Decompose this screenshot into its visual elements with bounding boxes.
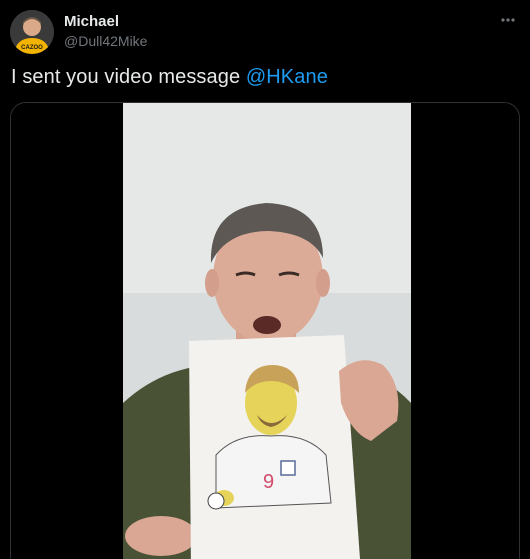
- author-handle[interactable]: @Dull42Mike: [64, 33, 147, 49]
- mention-link[interactable]: @HKane: [246, 66, 328, 88]
- avatar-badge: CAZOO: [21, 45, 43, 51]
- tweet-header: CAZOO Michael @Dull42Mike: [0, 0, 530, 60]
- shirt-number-drawing: 9: [263, 471, 274, 493]
- more-options-button[interactable]: [498, 10, 518, 30]
- media-container: 9: [10, 102, 520, 559]
- video-player[interactable]: 9: [11, 103, 519, 559]
- author-name[interactable]: Michael: [64, 13, 119, 30]
- more-dots-icon: [501, 18, 515, 22]
- avatar[interactable]: CAZOO: [10, 10, 54, 54]
- tweet-body: I sent you video message: [11, 66, 246, 88]
- tweet-text: I sent you video message @HKane: [11, 66, 328, 89]
- video-frame: 9: [11, 103, 519, 559]
